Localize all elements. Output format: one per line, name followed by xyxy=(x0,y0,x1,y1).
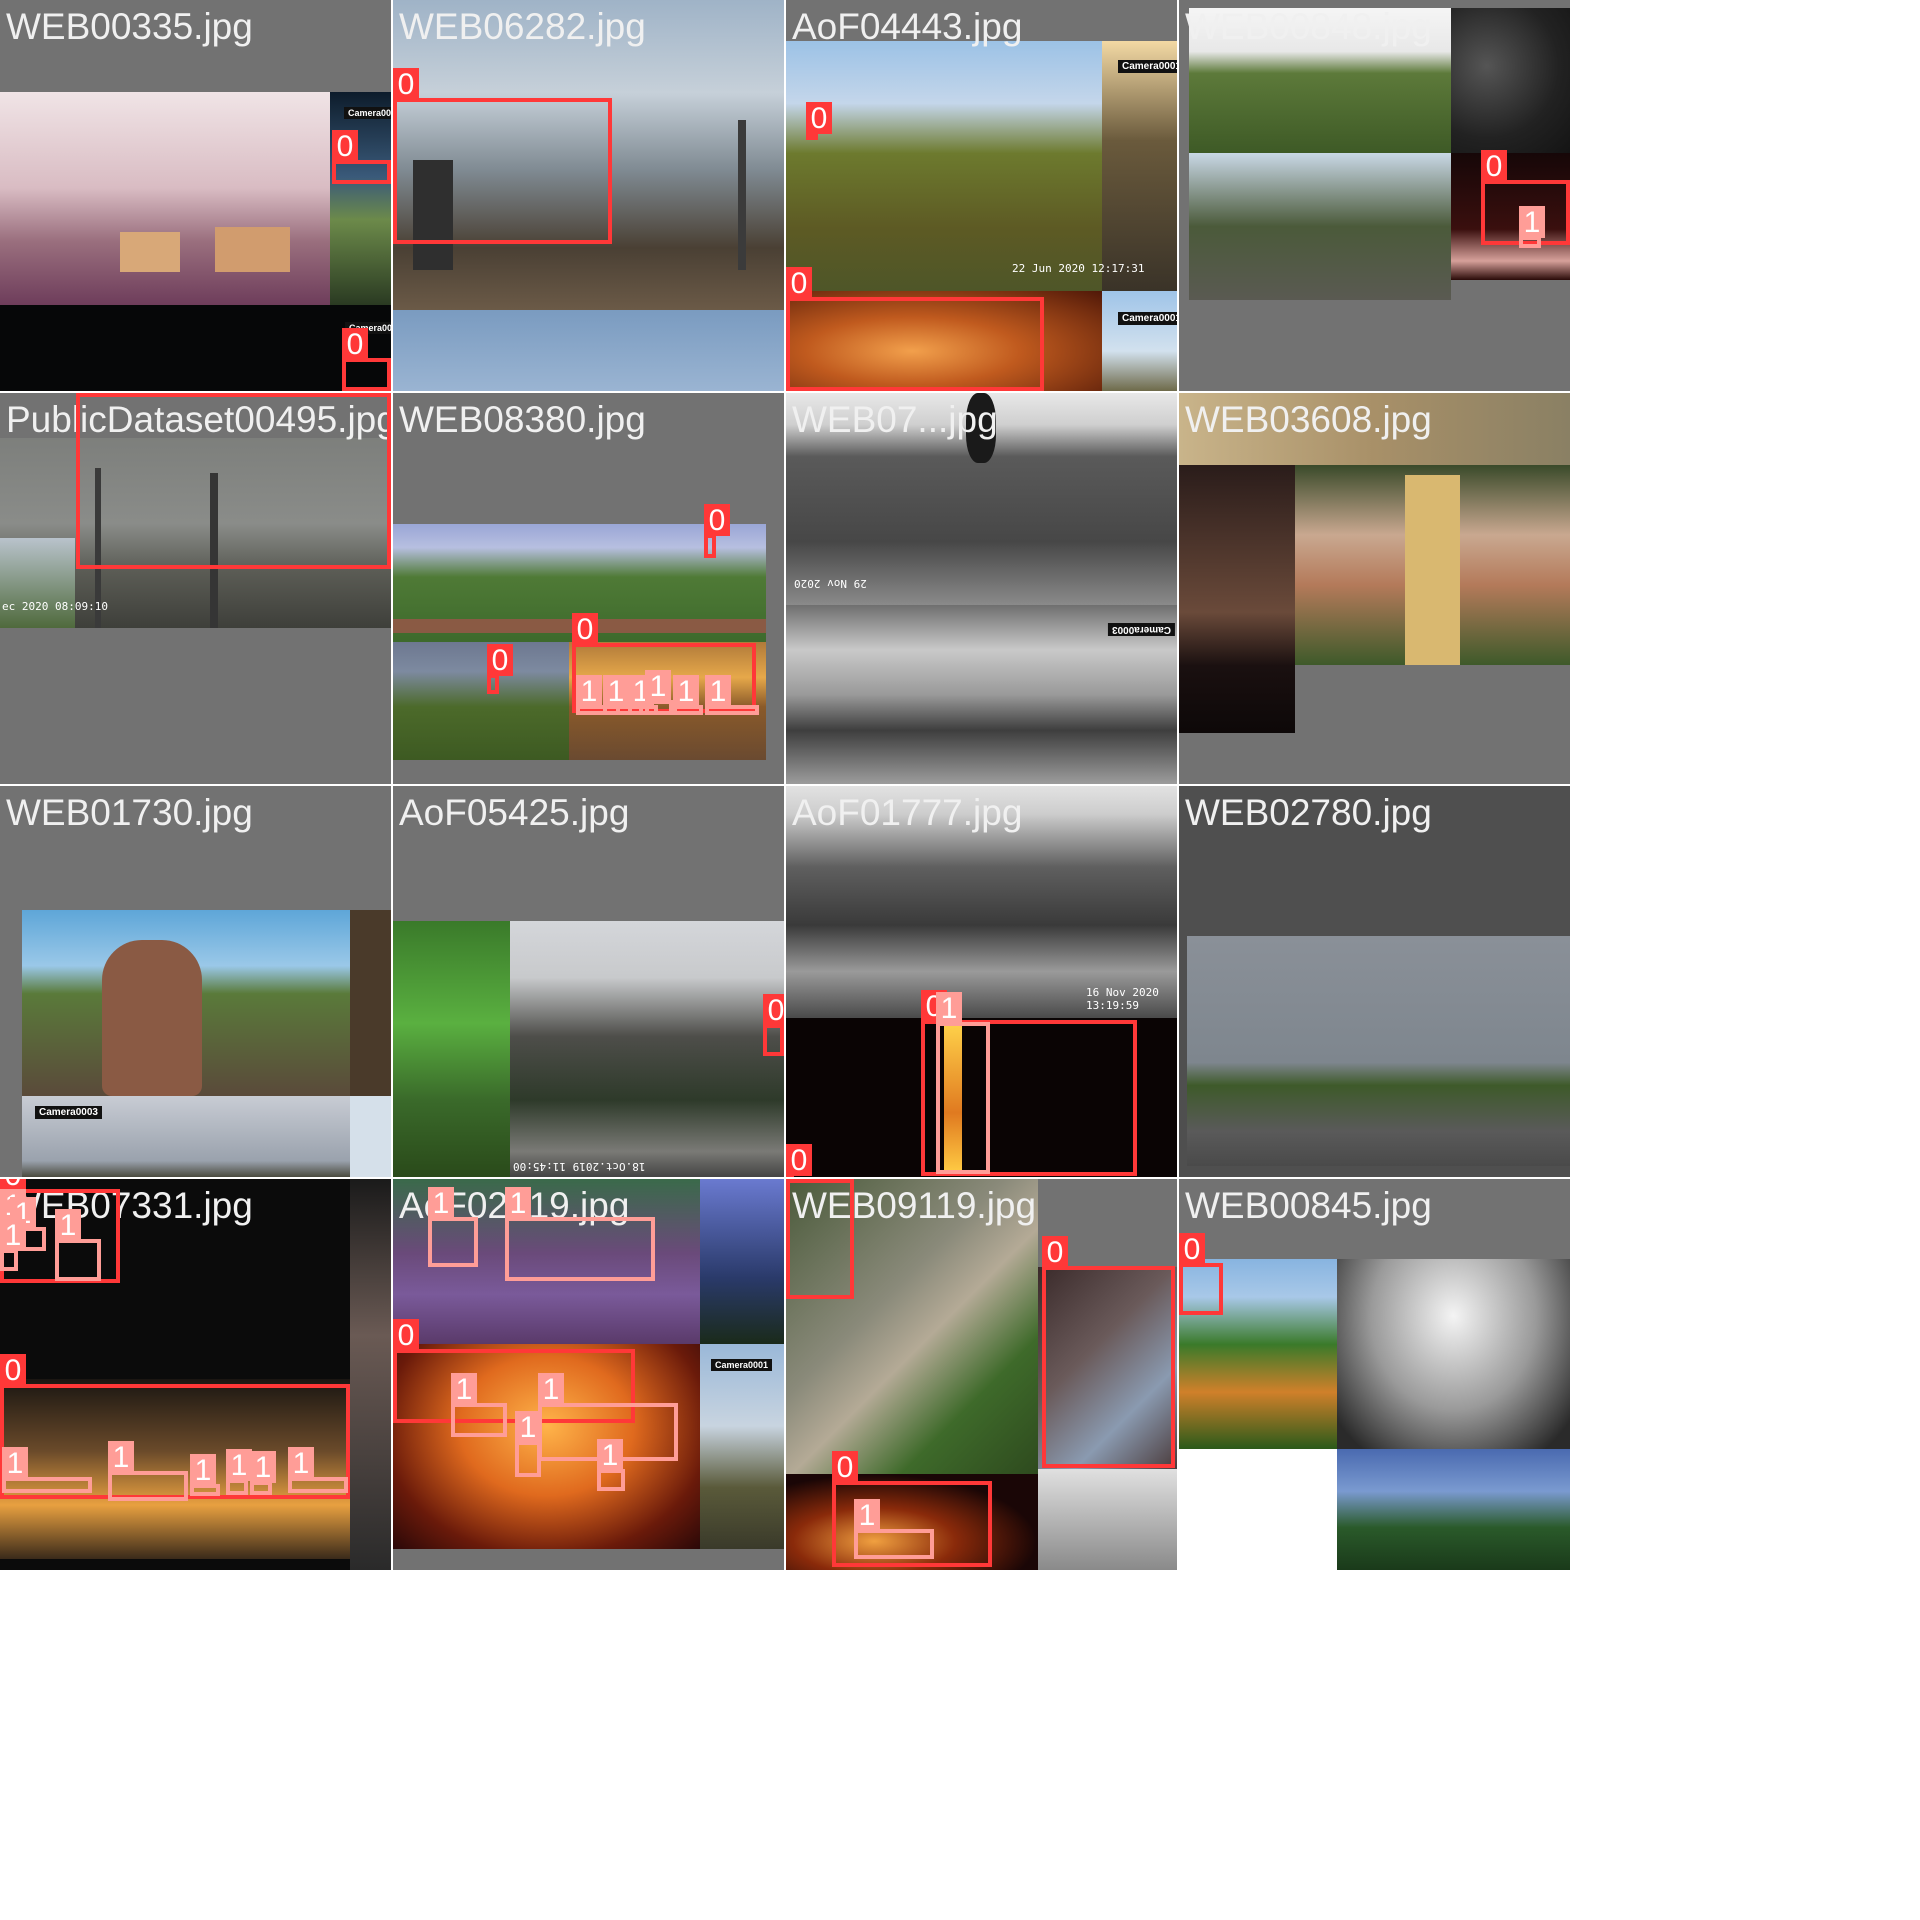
mosaic-tile-6: WEB08380.jpg 0 0 0 1 1 1 1 1 1 xyxy=(393,393,784,784)
photo-hill-sky xyxy=(700,1344,784,1549)
bbox-class-0: 0 xyxy=(1042,1236,1175,1468)
photo-town-tower xyxy=(1295,465,1570,665)
bbox-class-0: 0 xyxy=(487,644,513,694)
mosaic-tile-12: WEB02780.jpg xyxy=(1179,786,1570,1177)
mosaic-tile-11: 16 Nov 2020 13:19:59 AoF01777.jpg 0 1 0 xyxy=(786,786,1177,1177)
bbox-class-0: 0 xyxy=(806,102,832,140)
bbox-class-1: 1 xyxy=(673,675,703,715)
bbox-class-0: 0 xyxy=(704,504,730,558)
bbox-class-1: 1 xyxy=(597,1439,625,1491)
bbox-class-0: 0 xyxy=(342,328,391,391)
bbox-class-0: 0 xyxy=(1179,1233,1223,1315)
timestamp: 29 Nov 2020 xyxy=(794,577,867,590)
bbox-class-0: 0 xyxy=(393,68,612,244)
bbox-class-1: 1 xyxy=(451,1373,507,1437)
timestamp: ec 2020 08:09:10 xyxy=(2,600,108,613)
image-filename: WEB03608.jpg xyxy=(1185,399,1432,440)
camera-label: Camera0003 xyxy=(35,1106,102,1119)
image-filename: WEB02780.jpg xyxy=(1185,792,1432,833)
photo-burnt-hill xyxy=(510,921,784,1177)
image-filename: WEB00335.jpg xyxy=(6,6,253,47)
bbox-class-1: 1 xyxy=(936,992,990,1174)
mosaic-tile-3: 22 Jun 2020 12:17:31 Camera0001 Camera00… xyxy=(786,0,1177,391)
photo-forest-strip xyxy=(350,910,391,1096)
mosaic-tile-5: ec 2020 08:09:10 PublicDataset00495.jpg … xyxy=(0,393,391,784)
timestamp: 22 Jun 2020 12:17:31 xyxy=(1012,262,1145,275)
bbox-class-0: 0 xyxy=(332,130,391,184)
image-filename: WEB00848.jpg xyxy=(1185,6,1432,47)
mosaic-tile-4: WEB00848.jpg 0 1 xyxy=(1179,0,1570,391)
mosaic-tile-2: WEB06282.jpg 0 xyxy=(393,0,784,391)
bbox-class-0: 0 xyxy=(763,994,784,1056)
photo-forest-tower xyxy=(1337,1449,1570,1570)
bbox-class-1: 1 xyxy=(505,1187,655,1281)
bbox-class-1: 1 xyxy=(0,1219,26,1271)
timestamp: 18.Oct.2019 11:45:00 xyxy=(513,1160,646,1173)
mosaic-tile-9: Camera0003 WEB01730.jpg xyxy=(0,786,391,1177)
photo-sky-strip xyxy=(1038,1469,1177,1570)
photo-white xyxy=(1179,1449,1337,1570)
bbox-class-1: 1 xyxy=(226,1449,252,1495)
image-filename: WEB01730.jpg xyxy=(6,792,253,833)
camera-label: Camera0001 xyxy=(1118,60,1177,73)
image-filename: AoF04443.jpg xyxy=(792,6,1023,47)
bbox-class-1: 1 xyxy=(288,1447,348,1493)
bbox-class-1: 1 xyxy=(428,1187,478,1267)
image-filename: WEB07...jpg xyxy=(792,399,998,440)
photo-sky xyxy=(393,310,784,391)
bbox-class-1: 1 xyxy=(705,675,759,715)
camera-label: Camera0001 xyxy=(344,107,391,119)
mosaic-tile-13: WEB07331.jpg 0 1 1 1 1 0 1 1 1 1 1 1 xyxy=(0,1179,391,1570)
photo-sky-hill xyxy=(1102,291,1177,391)
camera-label: Camera0001 xyxy=(1118,312,1177,325)
bbox-class-1: 1 xyxy=(1519,206,1545,248)
bbox-class-1: 1 xyxy=(190,1454,220,1496)
bbox-class-1: 1 xyxy=(55,1209,101,1281)
photo-city-night-skyline xyxy=(1179,465,1295,733)
bbox-class-1: 1 xyxy=(515,1411,541,1477)
mosaic-tile-7: 29 Nov 2020 Camera0003 WEB07...jpg xyxy=(786,393,1177,784)
timestamp: 16 Nov 2020 13:19:59 xyxy=(1086,986,1159,1012)
image-filename: WEB00845.jpg xyxy=(1185,1185,1432,1226)
photo-right-strip xyxy=(1102,41,1177,291)
mosaic-tile-8: WEB03608.jpg xyxy=(1179,393,1570,784)
photo-camera-strip xyxy=(330,92,391,305)
photo-interview xyxy=(22,910,350,1096)
bbox-class-0: 0 xyxy=(786,267,1044,391)
photo-night xyxy=(0,305,391,391)
photo-highway xyxy=(1187,936,1570,1166)
photo-trees-road xyxy=(1189,153,1451,300)
bbox-class-1: 1 xyxy=(2,1447,92,1493)
photo-leaves xyxy=(393,921,510,1177)
bbox-class-1: 1 xyxy=(108,1441,188,1501)
image-filename: AoF05425.jpg xyxy=(399,792,630,833)
bbox-class-0: 0 xyxy=(76,393,391,569)
bbox-class-0: 0 xyxy=(786,1179,854,1299)
bbox-class-1: 1 xyxy=(250,1451,276,1495)
bbox-class-1: 1 xyxy=(854,1499,934,1559)
image-filename: WEB08380.jpg xyxy=(399,399,646,440)
camera-label: Camera0001 xyxy=(711,1359,773,1371)
photo-green-hill xyxy=(786,41,1102,291)
image-filename: WEB06282.jpg xyxy=(399,6,646,47)
photo-sky-strip xyxy=(350,1096,391,1177)
photo-dark-sky xyxy=(1451,8,1570,153)
photo-cloudy-buildings xyxy=(0,92,330,305)
mosaic-tile-14: Camera0001 AoF02019.jpg 1 1 0 1 1 1 1 xyxy=(393,1179,784,1570)
camera-label: Camera0003 xyxy=(1108,623,1175,636)
mosaic-tile-15: WEB09119.jpg 0 0 0 1 xyxy=(786,1179,1177,1570)
photo-marsh xyxy=(393,642,569,760)
photo-dusk-strip xyxy=(350,1179,391,1570)
mosaic-tile-10: 18.Oct.2019 11:45:00 AoF05425.jpg 0 xyxy=(393,786,784,1177)
bbox-class-0: 0 xyxy=(786,1144,812,1177)
photo-fisheye-sky xyxy=(1337,1259,1570,1449)
mosaic-tile-16: WEB00845.jpg 0 xyxy=(1179,1179,1570,1570)
photo-trees-blue xyxy=(700,1179,784,1344)
image-filename: AoF01777.jpg xyxy=(792,792,1023,833)
bbox-class-1: 1 xyxy=(645,670,673,715)
mosaic-tile-1: Camera0001 Camera0001 WEB00335.jpg 0 0 xyxy=(0,0,391,391)
